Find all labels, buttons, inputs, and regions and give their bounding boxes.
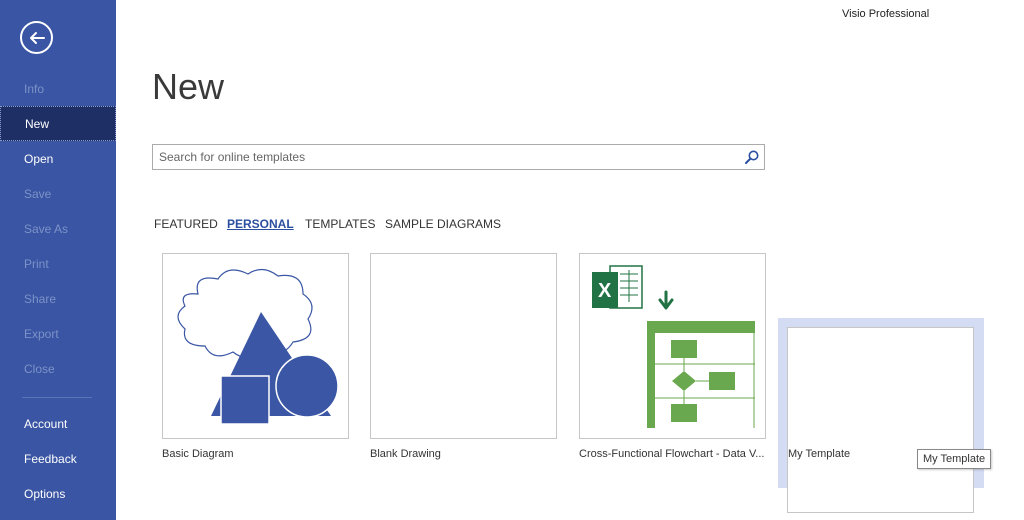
tab-personal[interactable]: PERSONAL bbox=[227, 217, 294, 231]
template-label-my-template: My Template bbox=[788, 448, 851, 460]
svg-text:X: X bbox=[598, 280, 612, 302]
back-button[interactable] bbox=[20, 21, 53, 54]
blank-drawing-thumbnail[interactable] bbox=[370, 253, 557, 439]
nav-item-open[interactable]: Open bbox=[0, 142, 116, 177]
search-box bbox=[152, 144, 765, 170]
excel-flowchart-icon: X bbox=[592, 265, 755, 428]
nav-divider bbox=[22, 397, 92, 398]
page-title: New bbox=[152, 66, 225, 107]
back-arrow-icon bbox=[30, 32, 45, 44]
tab-templates[interactable]: TEMPLATES bbox=[305, 217, 375, 231]
tab-featured[interactable]: FEATURED bbox=[154, 217, 218, 231]
tooltip: My Template bbox=[917, 449, 992, 469]
nav-item-options[interactable]: Options bbox=[0, 477, 116, 512]
nav-item-close[interactable]: Close bbox=[0, 352, 116, 387]
template-label-cross-functional-flowchart: Cross-Functional Flowchart - Data V... bbox=[579, 448, 765, 460]
template-label-basic-diagram: Basic Diagram bbox=[162, 448, 234, 460]
nav-item-save-as[interactable]: Save As bbox=[0, 212, 116, 247]
tab-sample-diagrams[interactable]: SAMPLE DIAGRAMS bbox=[385, 217, 501, 231]
basic-diagram-thumbnail[interactable] bbox=[162, 253, 349, 439]
basic-diagram-shapes-icon bbox=[177, 268, 339, 425]
nav-item-new[interactable]: New bbox=[0, 106, 116, 141]
nav-item-share[interactable]: Share bbox=[0, 282, 116, 317]
nav-item-print[interactable]: Print bbox=[0, 247, 116, 282]
backstage-sidebar: Info New Open Save Save As Print Share E… bbox=[0, 0, 116, 520]
cross-functional-flowchart-thumbnail[interactable]: X bbox=[579, 253, 766, 439]
nav-item-info[interactable]: Info bbox=[0, 72, 116, 107]
nav-item-export[interactable]: Export bbox=[0, 317, 116, 352]
nav-item-feedback[interactable]: Feedback bbox=[0, 442, 116, 477]
my-template-thumbnail[interactable] bbox=[787, 327, 974, 513]
nav-item-account[interactable]: Account bbox=[0, 407, 116, 442]
search-icon[interactable] bbox=[744, 149, 760, 165]
nav-item-save[interactable]: Save bbox=[0, 177, 116, 212]
template-label-blank-drawing: Blank Drawing bbox=[370, 448, 441, 460]
search-input[interactable] bbox=[153, 145, 733, 169]
app-title: Visio Professional bbox=[842, 8, 930, 20]
